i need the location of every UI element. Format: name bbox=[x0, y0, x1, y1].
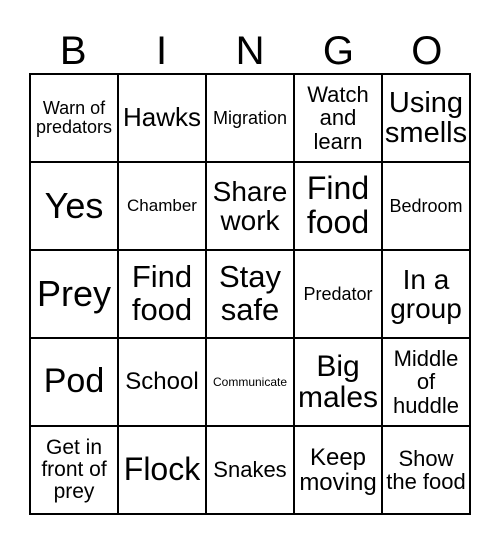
cell-label: Get in front of prey bbox=[41, 435, 107, 504]
bingo-cell[interactable]: Show the food bbox=[382, 426, 470, 514]
cell-label: Find food bbox=[306, 170, 370, 240]
bingo-cell[interactable]: Using smells bbox=[382, 74, 470, 162]
bingo-cell[interactable]: Warn of predators bbox=[30, 74, 118, 162]
bingo-cell[interactable]: Share work bbox=[206, 162, 294, 250]
bingo-cell[interactable]: School bbox=[118, 338, 206, 426]
bingo-cell[interactable]: Find food bbox=[294, 162, 382, 250]
header-letter: O bbox=[411, 29, 443, 73]
bingo-cell[interactable]: Communicate bbox=[206, 338, 294, 426]
bingo-cell[interactable]: Snakes bbox=[206, 426, 294, 514]
cell-label: Yes bbox=[44, 185, 104, 227]
cell-label: Prey bbox=[36, 273, 112, 315]
bingo-cell[interactable]: Prey bbox=[30, 250, 118, 338]
bingo-cell[interactable]: Migration bbox=[206, 74, 294, 162]
cell-label: Predator bbox=[303, 283, 373, 304]
bingo-cell[interactable]: Bedroom bbox=[382, 162, 470, 250]
bingo-cell[interactable]: Yes bbox=[30, 162, 118, 250]
cell-label: Big males bbox=[297, 349, 379, 414]
bingo-cell[interactable]: Watch and learn bbox=[294, 74, 382, 162]
cell-label: Bedroom bbox=[389, 195, 463, 216]
bingo-cell[interactable]: Get in front of prey bbox=[30, 426, 118, 514]
cell-label: Stay safe bbox=[218, 259, 282, 327]
cell-label: Watch and learn bbox=[307, 82, 369, 154]
cell-label: In a group bbox=[390, 263, 462, 324]
bingo-grid: Warn of predators Hawks Migration Watch and… bbox=[29, 73, 471, 515]
bingo-cell[interactable]: Flock bbox=[118, 426, 206, 514]
cell-label: Find food bbox=[131, 259, 193, 327]
cell-label: Warn of predators bbox=[35, 98, 113, 137]
cell-label: School bbox=[125, 368, 199, 396]
cell-label: Chamber bbox=[127, 196, 197, 216]
cell-label: Using smells bbox=[384, 86, 468, 149]
header-letter: N bbox=[235, 29, 265, 73]
cell-label: Share work bbox=[212, 175, 288, 236]
cell-label: Keep moving bbox=[299, 443, 377, 496]
bingo-cell[interactable]: Keep moving bbox=[294, 426, 382, 514]
bingo-cell[interactable]: Predator bbox=[294, 250, 382, 338]
cell-label: Pod bbox=[43, 362, 105, 401]
cell-label: Show the food bbox=[386, 445, 466, 494]
cell-label: Hawks bbox=[122, 102, 201, 133]
bingo-cell[interactable]: Stay safe bbox=[206, 250, 294, 338]
bingo-cell[interactable]: Chamber bbox=[118, 162, 206, 250]
cell-label: Middle of huddle bbox=[392, 346, 460, 418]
cell-label: Migration bbox=[212, 107, 288, 128]
header-letter: B bbox=[59, 29, 87, 73]
header-letter: G bbox=[322, 29, 354, 73]
header-letter: I bbox=[156, 29, 168, 73]
bingo-cell[interactable]: Big males bbox=[294, 338, 382, 426]
bingo-cell[interactable]: Find food bbox=[118, 250, 206, 338]
bingo-cell[interactable]: Hawks bbox=[118, 74, 206, 162]
cell-label: Snakes bbox=[213, 457, 287, 483]
bingo-header: BINGO bbox=[29, 28, 471, 74]
cell-label: Flock bbox=[123, 451, 201, 488]
cell-label: Communicate bbox=[212, 374, 288, 389]
bingo-cell[interactable]: In a group bbox=[382, 250, 470, 338]
bingo-cell[interactable]: Pod bbox=[30, 338, 118, 426]
bingo-cell[interactable]: Middle of huddle bbox=[382, 338, 470, 426]
